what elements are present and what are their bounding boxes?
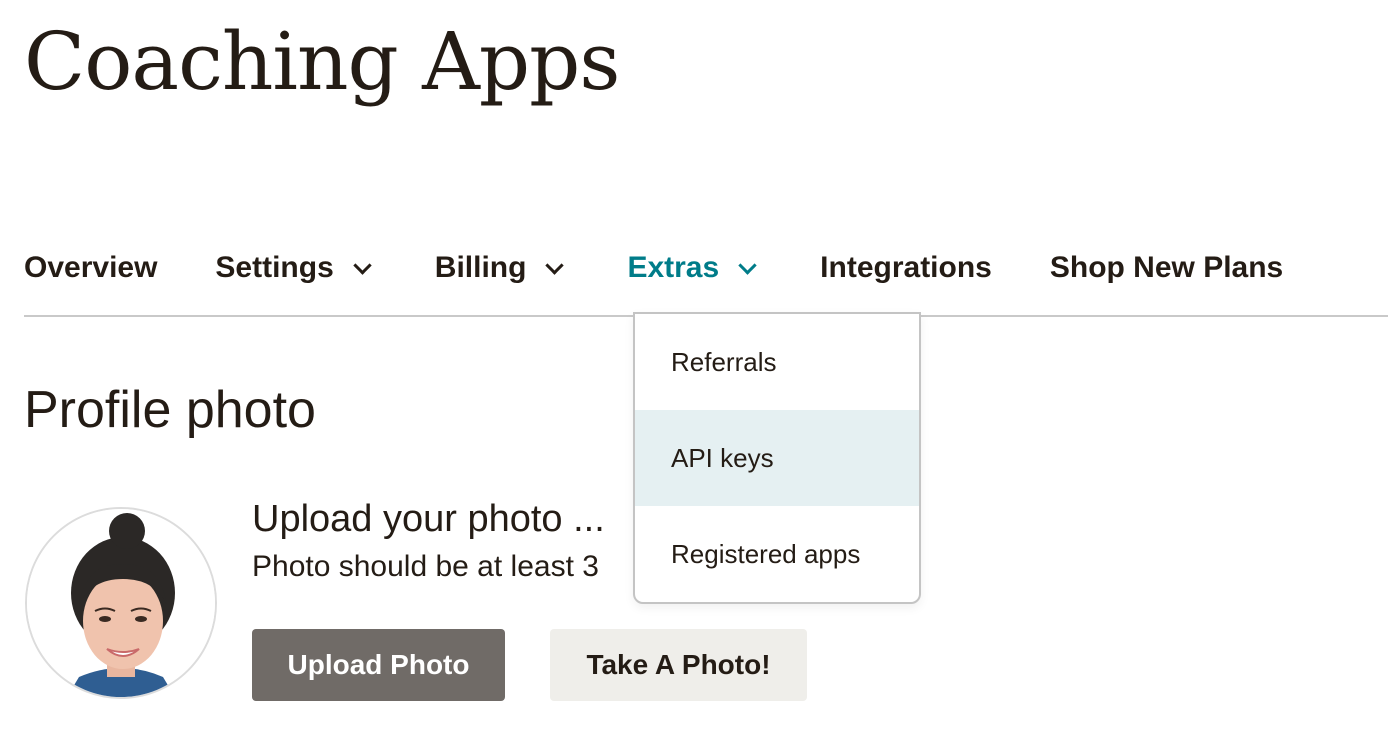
nav-extras-label: Extras [627,251,720,284]
nav-settings-label: Settings [215,251,334,284]
chevron-down-icon [738,255,757,275]
nav-billing-label: Billing [434,251,527,284]
nav-shop-new-plans-label: Shop New Plans [1049,251,1284,284]
nav-integrations-label: Integrations [820,251,992,284]
nav-extras[interactable]: Extras [627,251,757,285]
chevron-down-icon [545,255,565,275]
section-title: Profile photo [24,381,316,439]
nav-overview-label: Overview [24,251,158,284]
upload-heading: Upload your photo ... [252,498,605,540]
menu-item-registered-apps[interactable]: Registered apps [635,506,919,602]
upload-hint: Photo should be at least 3 [252,550,599,583]
profile-photo-icon [27,509,215,697]
take-photo-button[interactable]: Take A Photo! [550,629,807,701]
nav-overview[interactable]: Overview [24,251,157,285]
nav-integrations[interactable]: Integrations [820,251,992,285]
menu-item-referrals[interactable]: Referrals [635,314,919,410]
nav-shop-new-plans[interactable]: Shop New Plans [1050,251,1283,285]
upload-photo-button[interactable]: Upload Photo [252,629,505,701]
avatar [25,507,217,699]
chevron-down-icon [353,255,372,275]
nav-settings[interactable]: Settings [215,251,372,285]
extras-dropdown-menu: Referrals API keys Registered apps [633,312,921,604]
page-title: Coaching Apps [24,15,620,108]
main-nav: Overview Settings Billing Extras Integra… [24,246,1283,290]
nav-billing[interactable]: Billing [434,251,565,285]
menu-item-api-keys[interactable]: API keys [635,410,919,506]
